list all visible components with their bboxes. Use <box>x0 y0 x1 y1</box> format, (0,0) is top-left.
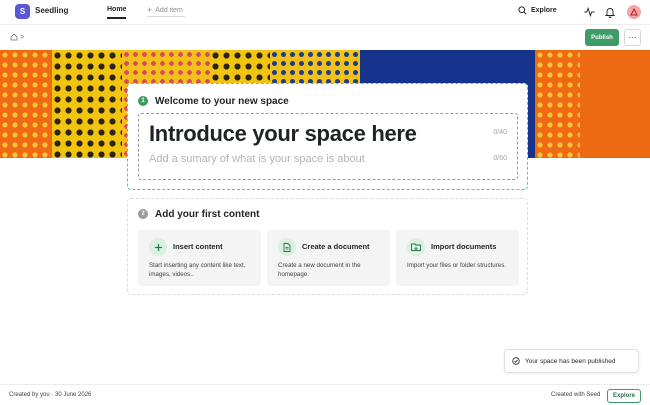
publish-button[interactable]: Publish <box>585 29 619 46</box>
explore-search-button[interactable]: Explore <box>518 6 557 15</box>
plus-icon <box>149 238 167 256</box>
first-content-card: 2 Add your first content Insert content … <box>127 198 528 295</box>
folder-import-icon <box>407 238 425 256</box>
add-item-label: Add item <box>155 7 183 14</box>
notifications-button[interactable] <box>603 5 617 19</box>
created-with-text: Created with Seed <box>551 392 601 398</box>
step-number: 1 <box>138 96 148 106</box>
nav-home-tab[interactable]: Home <box>107 6 126 13</box>
check-circle-icon <box>512 357 520 365</box>
user-avatar[interactable] <box>627 5 641 19</box>
activity-button[interactable] <box>582 5 596 19</box>
step-number: 2 <box>138 209 148 219</box>
summary-char-count: 0/60 <box>493 155 507 162</box>
option-title: Create a document <box>302 242 370 251</box>
footer: Created by you · 30 June 2026 Created wi… <box>0 384 650 405</box>
space-title-input[interactable]: Introduce your space here <box>149 121 417 147</box>
avatar-glyph-icon <box>630 8 638 16</box>
top-bar: S Seedling Home + Add item Explore <box>0 0 650 25</box>
search-icon <box>518 6 527 15</box>
app-logo[interactable]: S <box>15 4 30 19</box>
insert-content-option[interactable]: Insert content Start inserting any conte… <box>138 230 261 286</box>
add-item-button[interactable]: + Add item <box>147 5 185 17</box>
active-tab-indicator <box>107 17 126 19</box>
document-icon <box>278 238 296 256</box>
more-options-button[interactable]: ··· <box>624 29 641 46</box>
home-icon[interactable] <box>10 33 18 41</box>
option-description: Start inserting any content like text, i… <box>149 262 246 278</box>
banner-pattern <box>52 50 122 158</box>
bell-icon <box>605 7 615 18</box>
option-description: Import your files or folder structures. <box>407 262 507 269</box>
welcome-title: Welcome to your new space <box>155 96 289 107</box>
intro-editor[interactable]: Introduce your space here 0/40 Add a sum… <box>138 113 518 180</box>
first-content-title: Add your first content <box>155 209 260 220</box>
toast-message: Your space has been published <box>525 357 616 365</box>
option-description: Create a new document in the homepage. <box>278 262 361 278</box>
footer-explore-button[interactable]: Explore <box>607 389 641 403</box>
created-by-text: Created by you · 30 June 2026 <box>9 392 92 398</box>
breadcrumb-separator: > <box>20 33 25 41</box>
explore-label: Explore <box>531 7 557 14</box>
space-summary-input[interactable]: Add a sumary of what is your space is ab… <box>149 153 365 165</box>
breadcrumb: > <box>10 33 24 41</box>
activity-icon <box>583 7 595 17</box>
published-toast: Your space has been published <box>504 349 639 373</box>
plus-icon: + <box>147 5 153 15</box>
app-name[interactable]: Seedling <box>35 6 68 15</box>
create-document-option[interactable]: Create a document Create a new document … <box>267 230 390 286</box>
welcome-card: 1 Welcome to your new space Introduce yo… <box>127 83 528 190</box>
banner-pattern <box>580 50 650 158</box>
option-title: Import documents <box>431 242 497 251</box>
banner-pattern <box>0 50 52 158</box>
import-documents-option[interactable]: Import documents Import your files or fo… <box>396 230 519 286</box>
option-title: Insert content <box>173 242 223 251</box>
title-char-count: 0/40 <box>493 129 507 136</box>
banner-pattern <box>535 50 580 158</box>
